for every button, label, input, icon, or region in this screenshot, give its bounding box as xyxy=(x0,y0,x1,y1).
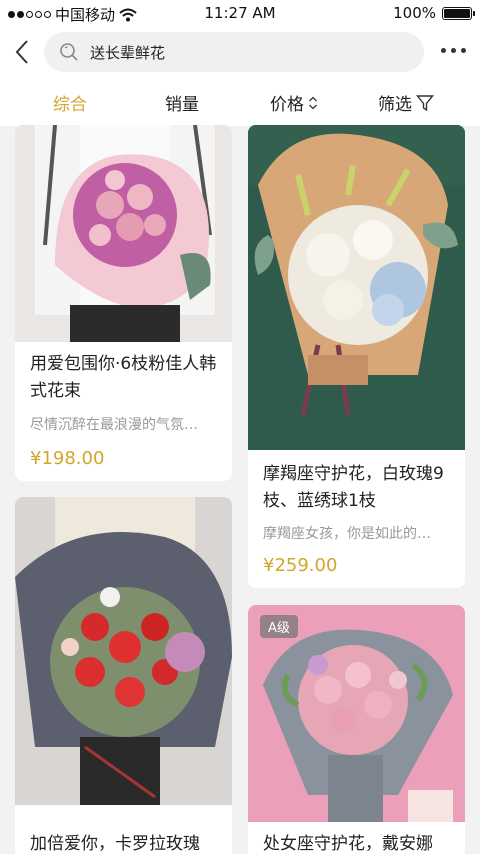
back-arrow-icon[interactable] xyxy=(10,38,36,66)
product-card[interactable]: 摩羯座守护花，白玫瑰9枝、蓝绣球1枝 摩羯座女孩，你是如此的… ¥259.00 xyxy=(248,125,465,588)
more-options-icon[interactable] xyxy=(441,48,466,53)
product-desc: 摩羯座女孩，你是如此的… xyxy=(263,526,431,542)
battery-percent: 100% xyxy=(393,4,436,22)
product-title: 摩羯座守护花，白玫瑰9枝、蓝绣球1枝 xyxy=(263,464,444,511)
sort-bar: 综合 销量 价格 筛选 xyxy=(0,78,480,126)
filter-funnel-icon xyxy=(416,94,434,111)
product-image xyxy=(248,125,465,450)
sort-tab-label: 综合 xyxy=(53,95,87,115)
sort-tab-label: 销量 xyxy=(165,95,199,115)
sort-updown-icon xyxy=(309,96,317,109)
search-header xyxy=(0,26,480,78)
product-card[interactable]: A级 处女座守护花，戴安娜 xyxy=(248,605,465,854)
product-price: ¥259.00 xyxy=(263,555,338,576)
product-title: 用爱包围你·6枝粉佳人韩式花束 xyxy=(30,354,217,401)
search-box[interactable] xyxy=(44,32,424,72)
sort-tab-label: 筛选 xyxy=(378,95,412,115)
sort-tab-filter[interactable]: 筛选 xyxy=(378,90,434,115)
sort-tab-label: 价格 xyxy=(270,95,304,115)
product-image xyxy=(15,497,232,805)
grade-badge: A级 xyxy=(260,615,298,638)
search-icon xyxy=(60,43,78,61)
sort-tab-sales[interactable]: 销量 xyxy=(165,90,199,115)
product-image xyxy=(15,125,232,342)
search-input[interactable] xyxy=(90,43,390,61)
product-title: 加倍爱你，卡罗拉玫瑰 xyxy=(30,834,200,854)
status-bar: 中国移动 11:27 AM 100% xyxy=(0,0,480,26)
product-desc: 尽情沉醉在最浪漫的气氛… xyxy=(30,417,198,433)
product-title: 处女座守护花，戴安娜 xyxy=(263,834,433,854)
battery-icon xyxy=(442,6,475,20)
sort-tab-comprehensive[interactable]: 综合 xyxy=(53,90,87,115)
product-card[interactable]: 用爱包围你·6枝粉佳人韩式花束 尽情沉醉在最浪漫的气氛… ¥198.00 xyxy=(15,125,232,481)
product-price: ¥198.00 xyxy=(30,448,105,469)
product-card[interactable]: 加倍爱你，卡罗拉玫瑰 xyxy=(15,497,232,854)
sort-tab-price[interactable]: 价格 xyxy=(270,90,318,115)
battery-status: 100% xyxy=(393,4,475,22)
